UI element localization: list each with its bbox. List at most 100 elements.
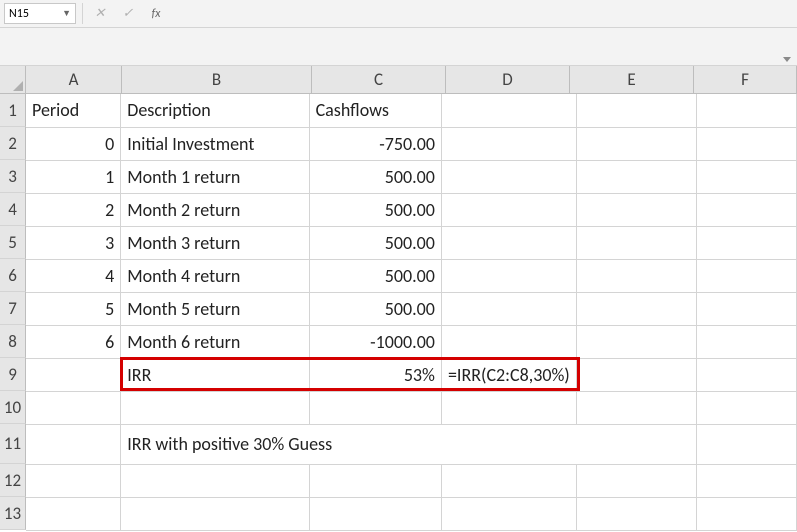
cell[interactable]: -750.00 <box>309 127 441 160</box>
cell[interactable] <box>441 160 576 193</box>
cell[interactable]: Description <box>121 94 309 127</box>
cell[interactable] <box>697 94 797 127</box>
cell[interactable] <box>576 464 696 497</box>
caption-cell[interactable]: IRR with positive 30% Guess <box>121 424 697 464</box>
fx-icon[interactable]: fx <box>145 7 167 21</box>
row-header[interactable]: 11 <box>0 424 26 464</box>
row-header[interactable]: 10 <box>0 391 26 424</box>
confirm-icon[interactable]: ✓ <box>117 6 139 21</box>
cell[interactable] <box>697 193 797 226</box>
cell[interactable] <box>441 497 576 530</box>
cell[interactable] <box>697 160 797 193</box>
cell[interactable]: Cashflows <box>309 94 441 127</box>
cell[interactable]: =IRR(C2:C8,30%) <box>441 358 576 391</box>
cell[interactable]: Month 2 return <box>121 193 309 226</box>
cell[interactable]: 5 <box>26 292 121 325</box>
col-header[interactable]: C <box>312 66 446 94</box>
cell[interactable] <box>576 497 696 530</box>
cell[interactable]: 0 <box>26 127 121 160</box>
row-header[interactable]: 9 <box>0 358 26 391</box>
cell[interactable] <box>309 391 441 424</box>
row-header[interactable]: 2 <box>0 127 26 160</box>
cell[interactable]: 6 <box>26 325 121 358</box>
row-header[interactable]: 12 <box>0 464 26 497</box>
cell[interactable] <box>576 259 696 292</box>
cell[interactable]: 4 <box>26 259 121 292</box>
cell[interactable]: Month 6 return <box>121 325 309 358</box>
cell[interactable]: Month 1 return <box>121 160 309 193</box>
cell[interactable]: IRR <box>121 358 309 391</box>
row-header[interactable]: 8 <box>0 325 26 358</box>
cell[interactable] <box>441 325 576 358</box>
cell[interactable] <box>697 292 797 325</box>
cell[interactable] <box>697 497 797 530</box>
chevron-down-icon[interactable]: ▼ <box>62 8 71 19</box>
cell[interactable]: 500.00 <box>309 259 441 292</box>
row-header[interactable]: 3 <box>0 160 26 193</box>
cell[interactable] <box>697 259 797 292</box>
cells-table[interactable]: Period Description Cashflows 0Initial In… <box>26 94 797 531</box>
cell[interactable]: 3 <box>26 226 121 259</box>
cell[interactable]: Initial Investment <box>121 127 309 160</box>
cell[interactable] <box>121 497 309 530</box>
cell[interactable] <box>26 464 121 497</box>
col-header[interactable]: A <box>26 66 122 94</box>
cell[interactable]: 500.00 <box>309 226 441 259</box>
cell[interactable] <box>441 94 576 127</box>
cell[interactable] <box>697 226 797 259</box>
formula-bar-expand[interactable] <box>0 28 797 66</box>
cell[interactable] <box>576 226 696 259</box>
row-header[interactable]: 1 <box>0 94 26 127</box>
cell[interactable] <box>26 497 121 530</box>
cell[interactable] <box>576 193 696 226</box>
cell[interactable] <box>441 127 576 160</box>
col-header[interactable]: B <box>122 66 312 94</box>
cell[interactable] <box>441 391 576 424</box>
select-all-corner[interactable] <box>0 66 26 94</box>
cell[interactable] <box>576 94 696 127</box>
cell[interactable] <box>697 424 797 464</box>
cell[interactable] <box>441 464 576 497</box>
row-header[interactable]: 13 <box>0 497 26 530</box>
cell[interactable]: 2 <box>26 193 121 226</box>
cell[interactable] <box>26 358 121 391</box>
cell[interactable] <box>697 358 797 391</box>
row-header[interactable]: 6 <box>0 259 26 292</box>
cell[interactable]: Month 3 return <box>121 226 309 259</box>
cell[interactable]: Month 4 return <box>121 259 309 292</box>
col-header[interactable]: E <box>570 66 694 94</box>
cell[interactable] <box>576 160 696 193</box>
col-header[interactable]: F <box>694 66 797 94</box>
cell[interactable] <box>576 391 696 424</box>
cell[interactable] <box>26 391 121 424</box>
row-header[interactable]: 4 <box>0 193 26 226</box>
cell[interactable] <box>441 259 576 292</box>
name-box[interactable]: N15 ▼ <box>4 3 76 24</box>
cell[interactable]: 53% <box>309 358 441 391</box>
cell[interactable] <box>309 497 441 530</box>
cell[interactable] <box>121 464 309 497</box>
cell[interactable] <box>697 325 797 358</box>
cell[interactable] <box>697 464 797 497</box>
cell[interactable] <box>121 391 309 424</box>
cell[interactable]: 500.00 <box>309 193 441 226</box>
cell[interactable] <box>576 325 696 358</box>
cell[interactable]: 1 <box>26 160 121 193</box>
cell[interactable]: Month 5 return <box>121 292 309 325</box>
row-header[interactable]: 5 <box>0 226 26 259</box>
row-header[interactable]: 7 <box>0 292 26 325</box>
cell[interactable] <box>576 358 696 391</box>
cancel-icon[interactable]: ✕ <box>89 6 111 21</box>
cell[interactable] <box>441 226 576 259</box>
cell[interactable] <box>441 193 576 226</box>
cell[interactable] <box>697 391 797 424</box>
cell[interactable]: 500.00 <box>309 292 441 325</box>
col-header[interactable]: D <box>446 66 570 94</box>
cell[interactable] <box>576 127 696 160</box>
cell[interactable] <box>26 424 121 464</box>
cell[interactable] <box>441 292 576 325</box>
formula-input[interactable] <box>173 3 793 24</box>
cell[interactable]: -1000.00 <box>309 325 441 358</box>
cell[interactable] <box>576 292 696 325</box>
cell[interactable]: 500.00 <box>309 160 441 193</box>
